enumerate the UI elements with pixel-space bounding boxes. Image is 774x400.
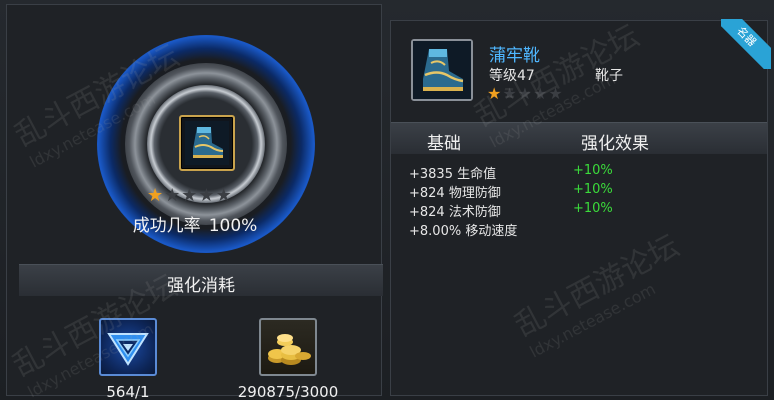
stat-base: +3835 生命值 xyxy=(409,167,497,182)
item-detail-panel: 名器 蒲牢靴 等级47 靴子 ★★★★★ 基础 强化效果 +3835 生命值 +… xyxy=(390,19,771,396)
item-star-rating: ★★★★★ xyxy=(487,86,564,102)
star-empty-icon: ★ xyxy=(164,185,182,206)
stat-bonus: +10% xyxy=(573,182,613,197)
star-empty-icon: ★ xyxy=(502,84,518,103)
stat-row: +3835 生命值 +10% xyxy=(391,163,767,182)
stat-row: +824 法术防御 +10% xyxy=(391,201,767,220)
gold-coins-count: 290875/3000 xyxy=(237,383,339,400)
enhance-item-slot[interactable] xyxy=(179,115,235,171)
enhance-window: ★★★★★ 成功几率 100% 强化消耗 564/1 290875/3000 名… xyxy=(0,0,774,400)
star-empty-icon: ★ xyxy=(548,84,564,103)
enhance-crystal-slot[interactable] xyxy=(99,318,157,376)
quality-badge: 名器 xyxy=(721,19,771,69)
star-empty-icon: ★ xyxy=(181,185,199,206)
cost-title: 强化消耗 xyxy=(167,276,235,296)
stat-row: +824 物理防御 +10% xyxy=(391,182,767,201)
star-filled-icon: ★ xyxy=(487,84,503,103)
effect-column-header: 强化效果 xyxy=(581,134,649,154)
star-empty-icon: ★ xyxy=(198,185,216,206)
star-empty-icon: ★ xyxy=(533,84,549,103)
stat-bonus: +10% xyxy=(573,201,613,216)
stat-row: +8.00% 移动速度 xyxy=(391,220,767,239)
boots-icon xyxy=(185,121,229,165)
quality-badge-label: 名器 xyxy=(721,19,771,69)
gold-coins-slot[interactable] xyxy=(259,318,317,376)
enhance-crystal-icon xyxy=(107,333,149,366)
star-filled-icon: ★ xyxy=(147,185,165,206)
enhance-star-rating: ★★★★★ xyxy=(147,187,233,205)
item-type: 靴子 xyxy=(595,68,623,84)
success-rate: 成功几率 100% xyxy=(7,211,383,236)
stat-base: +8.00% 移动速度 xyxy=(409,224,518,239)
item-name: 蒲牢靴 xyxy=(489,46,540,66)
star-empty-icon: ★ xyxy=(517,84,534,103)
stat-base: +824 法术防御 xyxy=(409,205,501,220)
base-column-header: 基础 xyxy=(427,134,461,154)
enhance-crystal-count: 564/1 xyxy=(106,383,150,400)
star-empty-icon: ★ xyxy=(215,185,233,206)
item-icon-slot[interactable] xyxy=(411,39,473,101)
boots-icon xyxy=(413,41,471,99)
enhance-panel: ★★★★★ 成功几率 100% 强化消耗 564/1 290875/3000 xyxy=(6,4,383,400)
success-rate-value: 100% xyxy=(208,216,258,236)
stats-header: 基础 强化效果 xyxy=(391,122,767,154)
stat-bonus: +10% xyxy=(573,163,613,178)
success-rate-label: 成功几率 xyxy=(132,216,201,236)
cost-header: 强化消耗 xyxy=(19,264,383,296)
stat-base: +824 物理防御 xyxy=(409,186,501,201)
item-level: 等级47 xyxy=(489,68,535,84)
gold-coins-icon xyxy=(268,334,311,365)
